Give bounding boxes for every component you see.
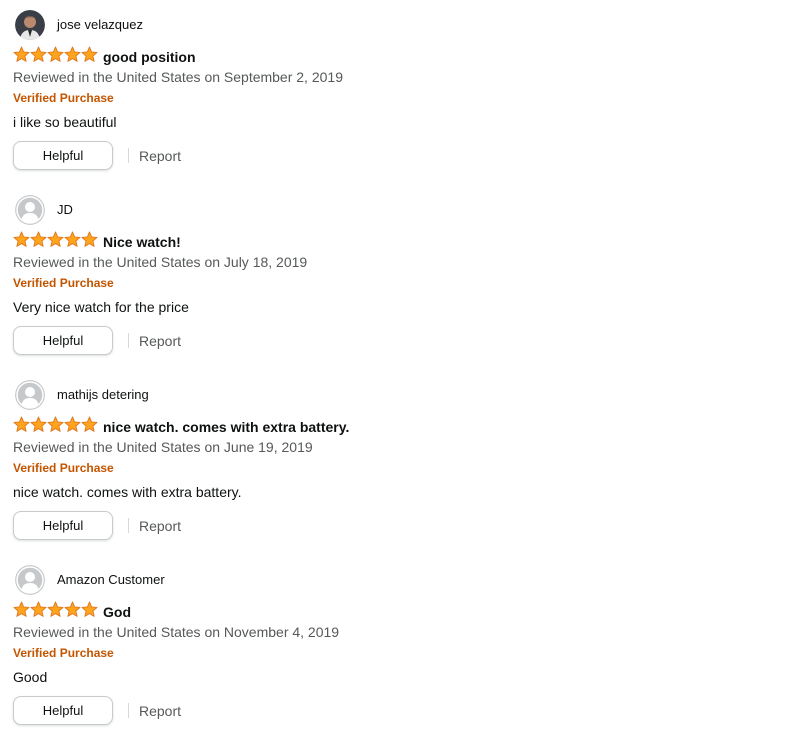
helpful-button[interactable]: Helpful — [13, 141, 113, 170]
star-icon — [30, 46, 47, 62]
star-icon — [81, 601, 98, 617]
review-date: Reviewed in the United States on Novembe… — [13, 624, 340, 640]
star-icon — [30, 601, 47, 617]
review-item: JD Nice watch! Reviewed in the United St… — [0, 185, 790, 365]
review-date: Reviewed in the United States on Septemb… — [13, 69, 343, 85]
verified-purchase-badge: Verified Purchase — [13, 646, 114, 660]
divider — [128, 703, 129, 718]
divider — [128, 148, 129, 163]
review-body: i like so beautiful — [13, 114, 117, 130]
review-date: Reviewed in the United States on July 18… — [13, 254, 308, 270]
verified-purchase-badge: Verified Purchase — [13, 91, 114, 105]
report-link[interactable]: Report — [139, 517, 181, 535]
review-body: nice watch. comes with extra battery. — [13, 484, 242, 500]
star-icon — [30, 416, 47, 432]
star-rating[interactable] — [13, 416, 98, 434]
review-date: Reviewed in the United States on June 19… — [13, 439, 313, 455]
star-icon — [81, 416, 98, 432]
review-item: jose velazquez good position Reviewed in… — [0, 0, 790, 180]
helpful-button[interactable]: Helpful — [13, 511, 113, 540]
verified-purchase-badge: Verified Purchase — [13, 461, 114, 475]
star-icon — [13, 46, 30, 62]
star-icon — [13, 601, 30, 617]
review-title[interactable]: good position — [103, 48, 196, 66]
default-avatar[interactable] — [15, 380, 45, 410]
star-rating[interactable] — [13, 231, 98, 249]
review-title[interactable]: nice watch. comes with extra battery. — [103, 418, 349, 436]
report-link[interactable]: Report — [139, 332, 181, 350]
star-icon — [47, 231, 64, 247]
divider — [128, 333, 129, 348]
star-icon — [64, 601, 81, 617]
star-rating[interactable] — [13, 601, 98, 619]
default-avatar[interactable] — [15, 565, 45, 595]
verified-purchase-badge: Verified Purchase — [13, 276, 114, 290]
reviewer-name[interactable]: jose velazquez — [57, 17, 143, 33]
star-icon — [13, 416, 30, 432]
reviewer-name[interactable]: mathijs detering — [57, 387, 149, 403]
review-title[interactable]: Nice watch! — [103, 233, 181, 251]
review-item: Amazon Customer God Reviewed in the Unit… — [0, 555, 790, 735]
star-icon — [64, 416, 81, 432]
report-link[interactable]: Report — [139, 702, 181, 720]
star-icon — [47, 416, 64, 432]
default-avatar[interactable] — [15, 195, 45, 225]
report-link[interactable]: Report — [139, 147, 181, 165]
star-icon — [81, 46, 98, 62]
star-icon — [47, 601, 64, 617]
star-icon — [13, 231, 30, 247]
profile-photo-avatar[interactable] — [15, 10, 45, 40]
star-icon — [64, 46, 81, 62]
reviewer-name[interactable]: JD — [57, 202, 73, 218]
divider — [128, 518, 129, 533]
star-icon — [81, 231, 98, 247]
review-body: Good — [13, 669, 48, 685]
review-item: mathijs detering nice watch. comes with … — [0, 370, 790, 550]
star-icon — [30, 231, 47, 247]
star-icon — [47, 46, 64, 62]
review-body: Very nice watch for the price — [13, 299, 189, 315]
reviewer-name[interactable]: Amazon Customer — [57, 572, 165, 588]
helpful-button[interactable]: Helpful — [13, 326, 113, 355]
review-title[interactable]: God — [103, 603, 131, 621]
star-rating[interactable] — [13, 46, 98, 64]
star-icon — [64, 231, 81, 247]
helpful-button[interactable]: Helpful — [13, 696, 113, 725]
